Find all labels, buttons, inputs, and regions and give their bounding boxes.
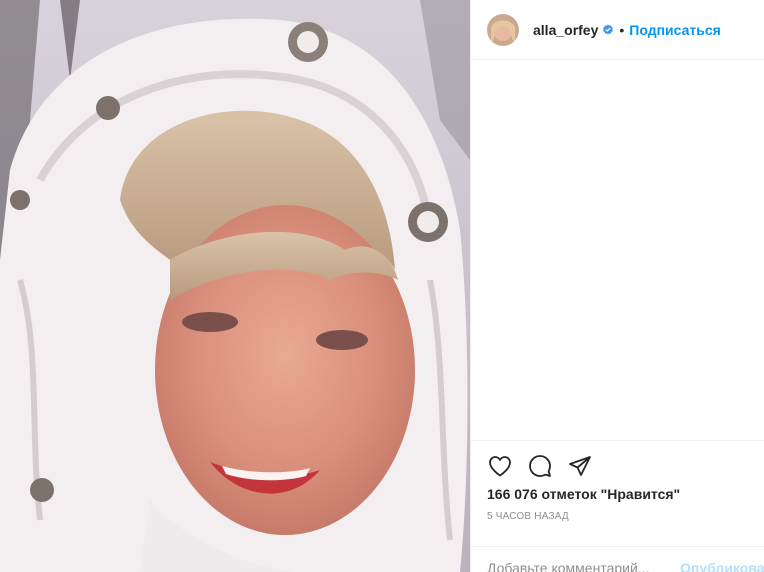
avatar[interactable] xyxy=(487,13,519,46)
comment-icon[interactable] xyxy=(527,453,553,479)
post-header: alla_orfey • Подписаться xyxy=(471,0,764,60)
username-link[interactable]: alla_orfey xyxy=(533,22,598,38)
follow-button[interactable]: Подписаться xyxy=(629,22,721,38)
post-container: alla_orfey • Подписаться 166 076 отметок… xyxy=(0,0,764,572)
verified-badge-icon xyxy=(602,24,614,36)
comment-bar: Опубликовать xyxy=(471,546,764,572)
post-timestamp[interactable]: 5 часов назад xyxy=(471,502,764,522)
post-sidebar: alla_orfey • Подписаться 166 076 отметок… xyxy=(470,0,764,572)
publish-button[interactable]: Опубликовать xyxy=(680,560,764,572)
post-actions: 166 076 отметок "Нравится" 5 часов назад xyxy=(471,440,764,522)
post-photo[interactable] xyxy=(0,0,470,572)
likes-count[interactable]: 166 076 отметок "Нравится" xyxy=(471,479,764,502)
heart-icon[interactable] xyxy=(487,453,513,479)
comment-input[interactable] xyxy=(487,559,668,572)
separator-dot: • xyxy=(619,21,625,38)
timestamp-text: 5 часов назад xyxy=(487,511,569,522)
selfie-photo xyxy=(0,0,470,572)
action-icons xyxy=(471,441,764,479)
paper-plane-icon[interactable] xyxy=(567,453,593,479)
avatar-image xyxy=(487,13,519,46)
